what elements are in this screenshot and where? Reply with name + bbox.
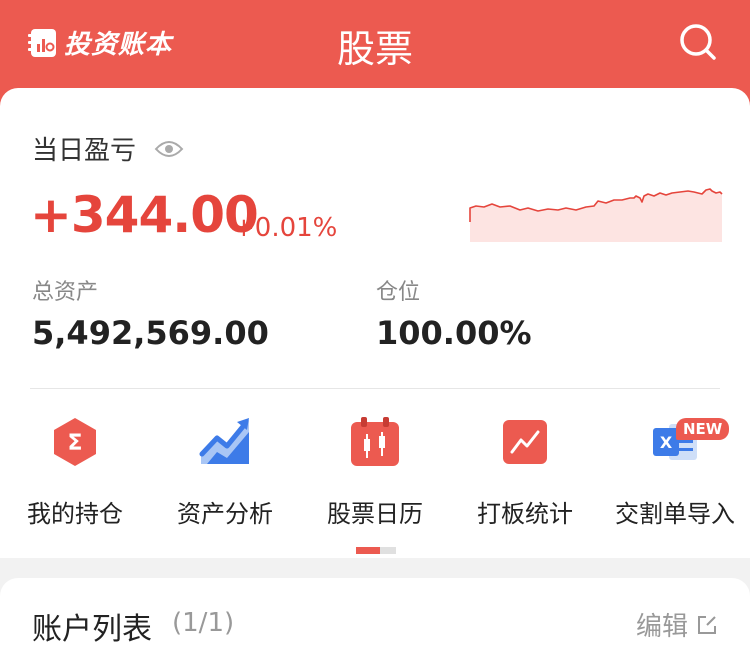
shortcut-label: 打板统计 bbox=[477, 500, 573, 528]
intraday-sparkline bbox=[469, 188, 723, 242]
shortcut-my-holdings[interactable]: Σ 我的持仓 bbox=[0, 416, 150, 529]
shortcut-board-stats[interactable]: 打板统计 bbox=[450, 416, 600, 529]
shortcut-label: 股票日历 bbox=[327, 500, 423, 528]
page-title: 股票 bbox=[336, 27, 413, 71]
shortcut-label: 我的持仓 bbox=[27, 500, 123, 528]
holdings-icon: Σ bbox=[54, 418, 96, 466]
position-value: 100.00% bbox=[376, 314, 532, 352]
svg-text:Σ: Σ bbox=[67, 431, 82, 456]
edit-button[interactable]: 编辑 bbox=[636, 606, 718, 643]
svg-text:X: X bbox=[660, 433, 673, 452]
account-list-section: 账户列表 (1/1) 编辑 bbox=[0, 578, 750, 669]
asset-analysis-icon bbox=[199, 418, 249, 464]
shortcut-asset-analysis[interactable]: 资产分析 bbox=[150, 416, 300, 529]
daily-pnl-percent: +0.01% bbox=[233, 213, 338, 243]
page-indicator bbox=[356, 547, 396, 554]
edit-label: 编辑 bbox=[635, 612, 688, 642]
edit-icon bbox=[698, 615, 716, 634]
divider bbox=[30, 388, 720, 389]
shortcut-stock-calendar[interactable]: 股票日历 bbox=[300, 416, 450, 529]
eye-icon[interactable] bbox=[154, 139, 184, 159]
shortcut-grid: Σ 我的持仓 资产分析 股票日历 打板统计 X 交割单导入 bbox=[0, 416, 750, 529]
shortcut-label: 交割单导入 bbox=[615, 500, 735, 528]
new-badge: NEW bbox=[676, 418, 730, 440]
board-stats-icon bbox=[503, 420, 547, 464]
page-dot-active bbox=[356, 547, 380, 554]
position-label: 仓位 bbox=[376, 280, 421, 305]
account-list-title: 账户列表 bbox=[32, 612, 152, 647]
page-dot bbox=[380, 547, 396, 554]
summary-card: 当日盈亏 +344.00 +0.01% 总资产 5,492,569.00 仓位 … bbox=[0, 88, 750, 558]
total-assets-label: 总资产 bbox=[32, 280, 99, 305]
daily-pnl-value: +344.00 bbox=[30, 186, 259, 244]
search-icon[interactable] bbox=[678, 22, 718, 62]
daily-pnl-label: 当日盈亏 bbox=[32, 136, 137, 166]
calendar-icon bbox=[351, 417, 399, 466]
account-list-count: (1/1) bbox=[172, 608, 235, 638]
daily-pnl-label-row: 当日盈亏 bbox=[32, 130, 184, 167]
shortcut-label: 资产分析 bbox=[177, 500, 273, 528]
total-assets-value: 5,492,569.00 bbox=[32, 314, 269, 352]
